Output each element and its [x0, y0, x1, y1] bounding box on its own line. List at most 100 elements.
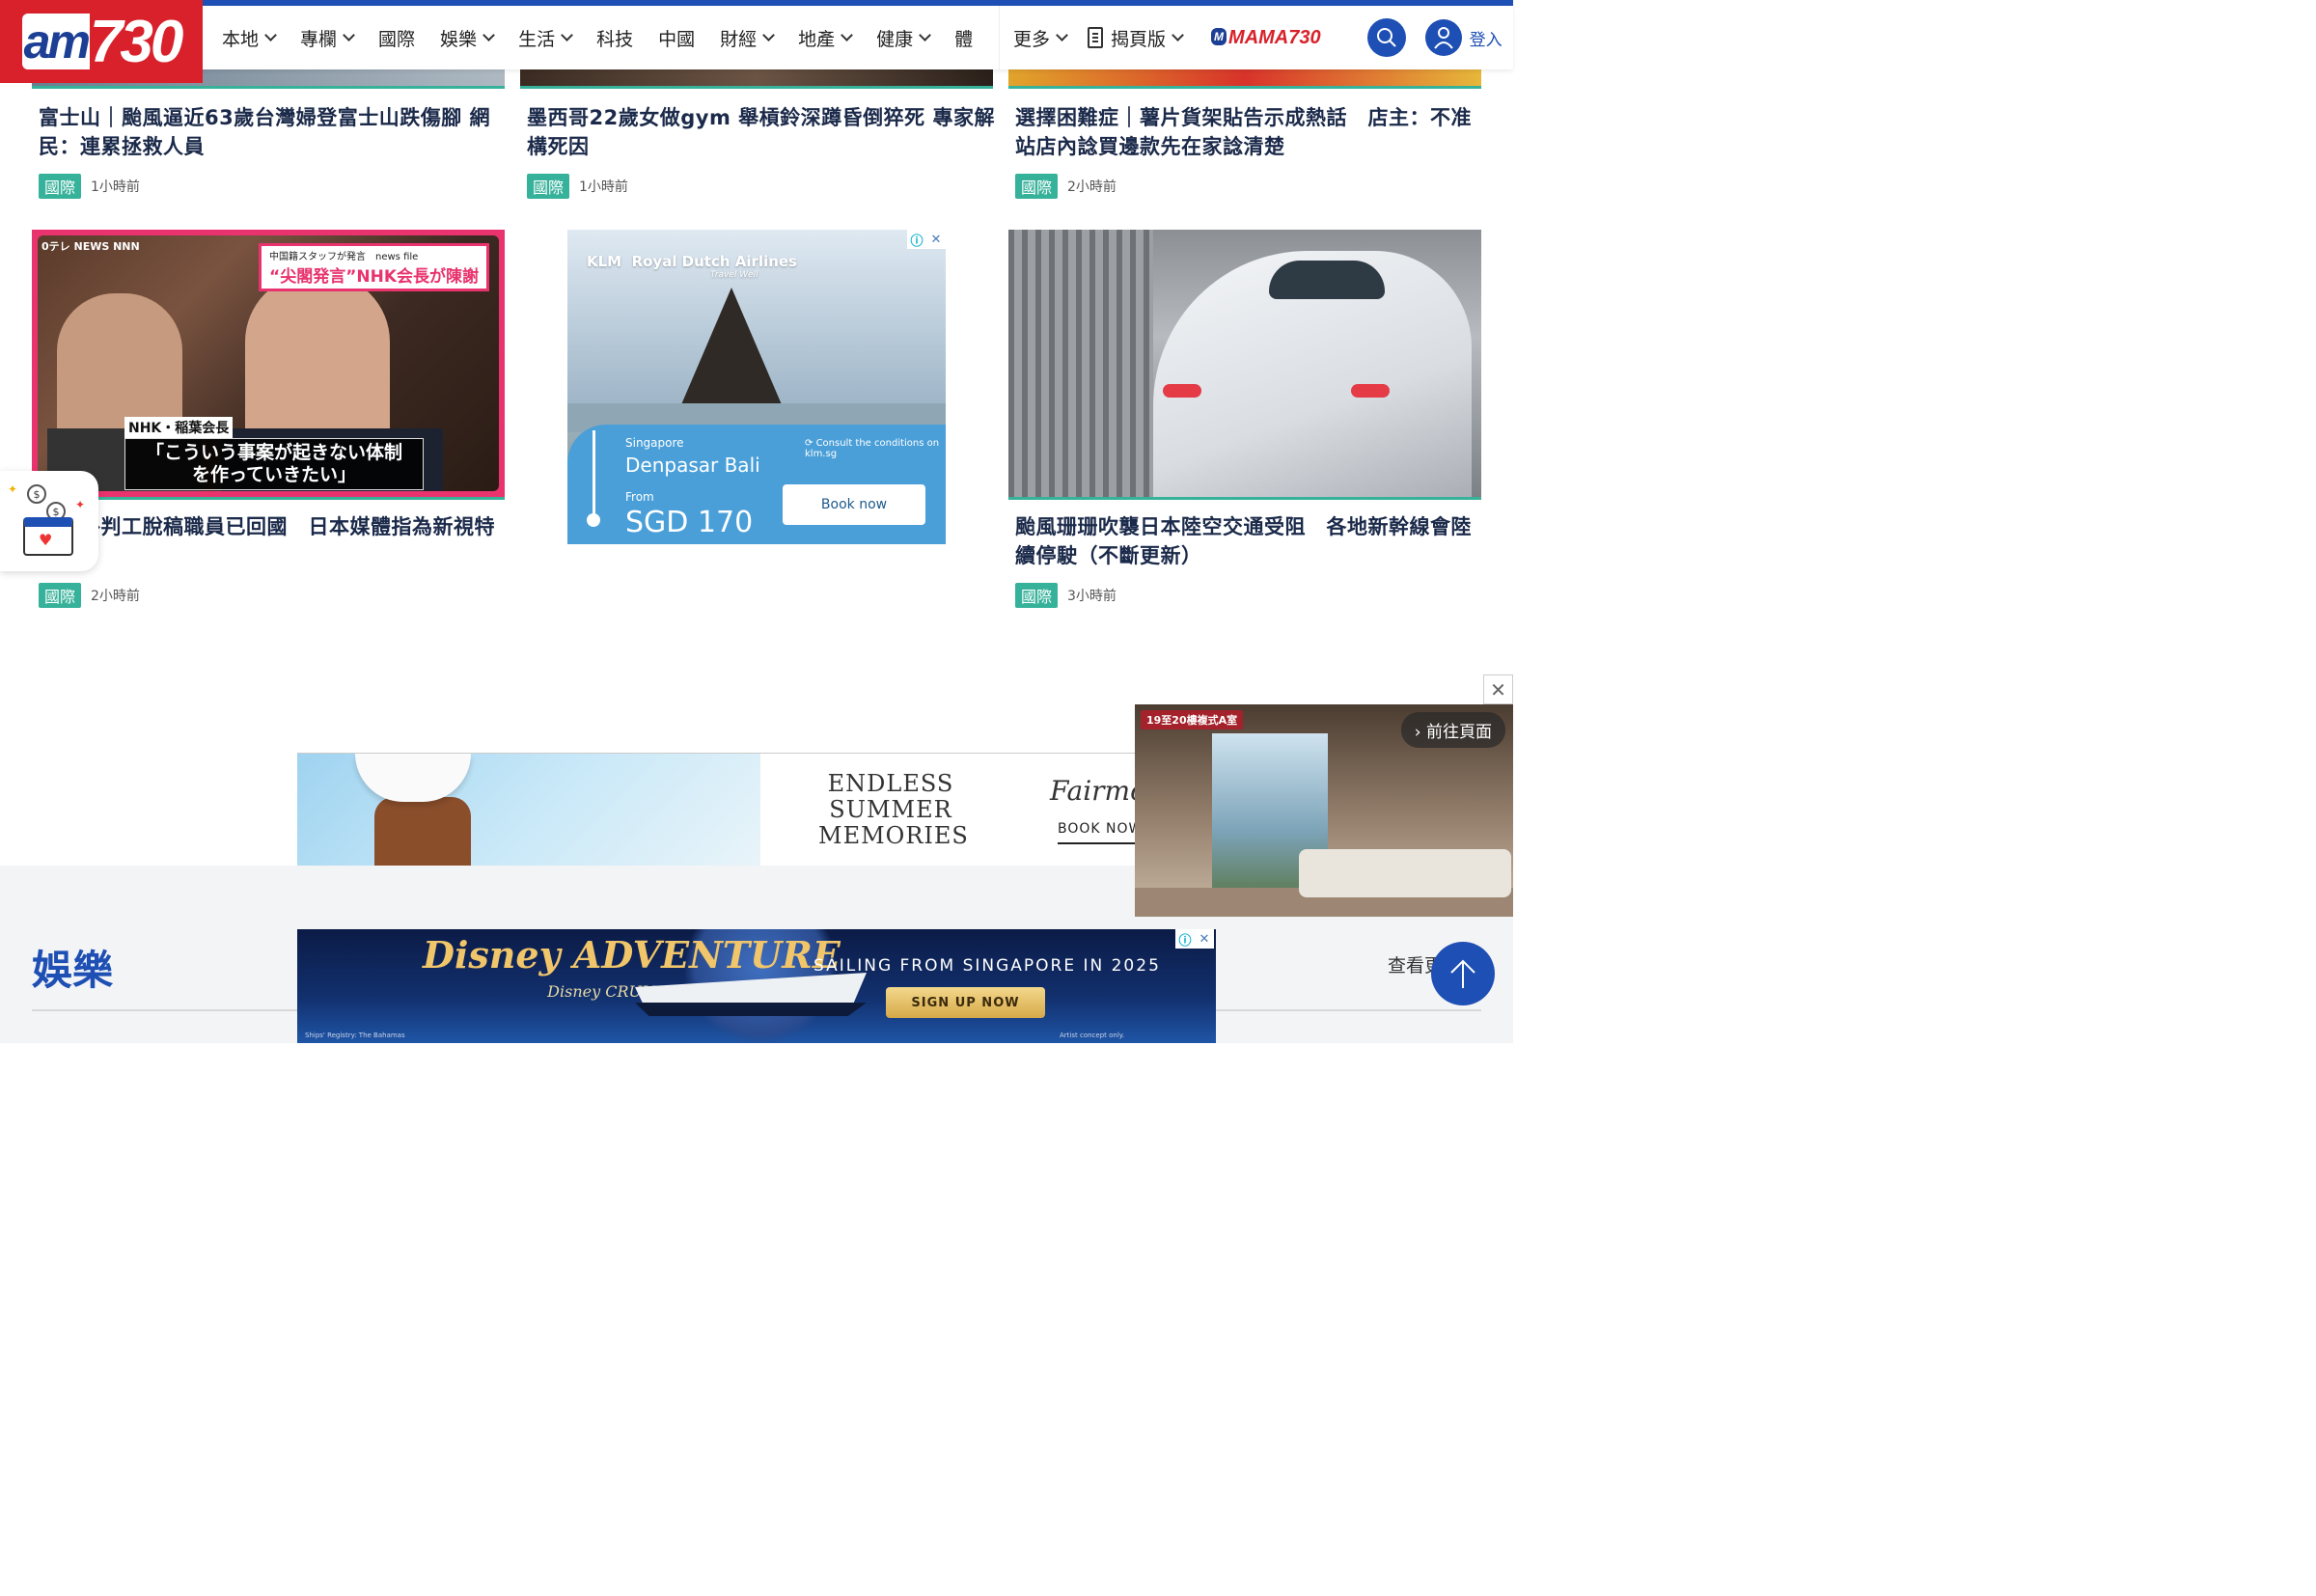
nhk-photo: 0テレ NEWS NNN 中国籍スタッフが発言 news file “尖閣発言”N…	[38, 235, 499, 491]
ad-info-icon[interactable]: ⓘ	[1175, 929, 1195, 949]
article-time: 2小時前	[1067, 179, 1117, 195]
klm-destination: Denpasar Bali	[625, 454, 760, 477]
nav-item-finance[interactable]: 財經	[720, 25, 775, 51]
mama-bag-icon: M	[1211, 27, 1227, 45]
newspaper-icon	[1088, 27, 1104, 48]
back-to-top-button[interactable]	[1431, 942, 1495, 1005]
ad-close-icon[interactable]: ✕	[1195, 929, 1214, 949]
search-icon	[1376, 28, 1396, 47]
chevron-right-icon: ›	[1414, 723, 1421, 742]
category-tag[interactable]: 國際	[1015, 174, 1059, 199]
fairmont-headline: ENDLESS SUMMER MEMORIES	[818, 770, 969, 849]
video-label: 19至20樓複式A室	[1141, 710, 1244, 729]
nav-item-international[interactable]: 國際	[378, 25, 415, 51]
article-meta: 國際 1小時前	[39, 174, 140, 199]
user-icon	[1433, 27, 1453, 49]
arrow-up-icon	[1450, 959, 1475, 988]
klm-price: SGD 170	[625, 506, 754, 539]
disney-signup-button[interactable]: SIGN UP NOW	[886, 987, 1045, 1018]
chevron-down-icon	[841, 29, 854, 41]
category-tag[interactable]: 國際	[39, 583, 82, 608]
video-go-button[interactable]: › 前往頁面	[1400, 712, 1505, 748]
ntv-news-logo: 0テレ NEWS NNN	[41, 240, 140, 253]
chevron-down-icon	[919, 29, 932, 41]
article-title[interactable]: 選擇困難症｜薯片貨架貼告示成熱話 店主：不准站店內諗買邊款先在家諗清楚	[1015, 103, 1478, 161]
fairmont-photo	[297, 754, 760, 866]
category-tag[interactable]: 國際	[527, 174, 570, 199]
nav-item-entertainment[interactable]: 娛樂	[440, 25, 495, 51]
nav-item-property[interactable]: 地產	[798, 25, 854, 51]
nav-item-column[interactable]: 專欄	[300, 25, 355, 51]
section-title: 娛樂	[32, 947, 114, 994]
video-close-button[interactable]: ✕	[1483, 674, 1513, 704]
logo-730: 730	[89, 8, 183, 75]
klm-logo: KLM Royal Dutch Airlines Travel Well	[587, 253, 797, 280]
nhk-quote: 「こういう事案が起きない体制を作っていきたい」	[124, 438, 424, 490]
article-image-train[interactable]	[1008, 230, 1481, 500]
login-link[interactable]: 登入	[1470, 26, 1503, 50]
article-title[interactable]: 墨西哥22歲女做gym 舉槓鈴深蹲昏倒猝死 專家解構死因	[527, 103, 995, 161]
article-meta: 國際 2小時前	[1015, 174, 1117, 199]
nav-item-health[interactable]: 健康	[876, 25, 932, 51]
article-time: 2小時前	[91, 589, 140, 604]
nav-item-local[interactable]: 本地	[222, 25, 277, 51]
article-time: 1小時前	[579, 179, 628, 195]
article-meta: 國際 2小時前	[39, 583, 140, 608]
category-tag[interactable]: 國際	[1015, 583, 1059, 608]
nav-item-life[interactable]: 生活	[518, 25, 573, 51]
ad-info-icon[interactable]: ⓘ	[907, 230, 926, 249]
disney-registry: Ships' Registry: The Bahamas	[305, 1032, 405, 1039]
rewards-widget[interactable]: $ $ ✦ ✦ ♥	[0, 471, 98, 571]
chevron-down-icon	[1056, 29, 1068, 41]
user-avatar-button[interactable]	[1424, 19, 1462, 56]
article-image-nhk[interactable]: 0テレ NEWS NNN 中国籍スタッフが発言 news file “尖閣発言”N…	[32, 230, 505, 500]
nav-item-tech[interactable]: 科技	[596, 25, 633, 51]
mama730-logo[interactable]: M MAMA730	[1211, 27, 1321, 49]
fairmont-ad[interactable]: ENDLESS SUMMER MEMORIES Fairmont BOOK NO…	[297, 753, 1137, 866]
search-button[interactable]	[1366, 18, 1406, 57]
chevron-down-icon	[561, 29, 573, 41]
nav-item-more[interactable]: 更多	[1013, 25, 1068, 51]
disney-headline: SAILING FROM SINGAPORE IN 2025	[813, 956, 1161, 976]
klm-offer-panel: Singapore Denpasar Bali From SGD 170 ⟳ C…	[567, 425, 946, 544]
klm-book-button[interactable]: Book now	[783, 484, 925, 525]
nhk-caption-top: 中国籍スタッフが発言 news file “尖閣発言”NHK会長が陳謝	[259, 243, 489, 291]
disney-ad-badges: ⓘ ✕	[1175, 929, 1214, 949]
article-meta: 國際 1小時前	[527, 174, 628, 199]
logo-am: am	[21, 14, 91, 69]
nav-item-sports[interactable]: 體	[954, 25, 973, 51]
fairmont-logo: Fairmont	[1050, 775, 1137, 807]
site-logo[interactable]: am 730	[0, 0, 203, 83]
main-nav: 本地 專欄 國際 娛樂 生活 科技 中國 財經 地產 健康 體 更多 揭頁版 M…	[0, 6, 1513, 69]
disney-ad[interactable]: Disney ADVENTURE Disney CRUISE LINE SAILI…	[297, 929, 1216, 1043]
article-title[interactable]: 中國外判工脫稿職員已回國 日本媒體指為新視特派員	[39, 512, 502, 570]
article-time: 3小時前	[1067, 589, 1117, 604]
chevron-down-icon	[343, 29, 355, 41]
fairmont-book-button[interactable]: BOOK NOW	[1058, 821, 1137, 844]
ad-badges: ⓘ ✕	[907, 230, 946, 249]
nav-item-flip-edition[interactable]: 揭頁版	[1088, 25, 1184, 51]
article-image[interactable]	[1008, 69, 1481, 89]
chevron-down-icon	[1172, 29, 1184, 41]
coin-icon: $	[27, 484, 46, 504]
gift-box-icon: ♥	[23, 517, 73, 556]
klm-from-label: From	[625, 490, 654, 504]
category-tag[interactable]: 國際	[39, 174, 82, 199]
chevron-down-icon	[264, 29, 277, 41]
sparkle-icon: ✦	[8, 482, 18, 496]
article-title[interactable]: 富士山｜颱風逼近63歲台灣婦登富士山跌傷腳 網民：連累拯救人員	[39, 103, 502, 161]
ad-close-icon[interactable]: ✕	[926, 230, 946, 249]
article-time: 1小時前	[91, 179, 140, 195]
nhk-name-tag: NHK・稲葉会長	[124, 417, 234, 438]
floating-video[interactable]: 19至20樓複式A室 › 前往頁面	[1135, 704, 1513, 917]
nav-item-china[interactable]: 中國	[658, 25, 695, 51]
klm-consult-text: ⟳ Consult the conditions on klm.sg	[805, 438, 940, 459]
pagoda-image	[674, 288, 789, 423]
chevron-down-icon	[482, 29, 495, 41]
klm-ad[interactable]: KLM Royal Dutch Airlines Travel Well Sing…	[567, 230, 946, 544]
klm-origin: Singapore	[625, 436, 684, 450]
nav-right: 更多 揭頁版 M MAMA730 登入	[999, 6, 1513, 69]
article-title[interactable]: 颱風珊珊吹襲日本陸空交通受阻 各地新幹線會陸續停駛（不斷更新）	[1015, 512, 1478, 570]
article-image[interactable]	[520, 69, 993, 89]
disney-fine-print: Artist concept only.	[1060, 1032, 1125, 1039]
